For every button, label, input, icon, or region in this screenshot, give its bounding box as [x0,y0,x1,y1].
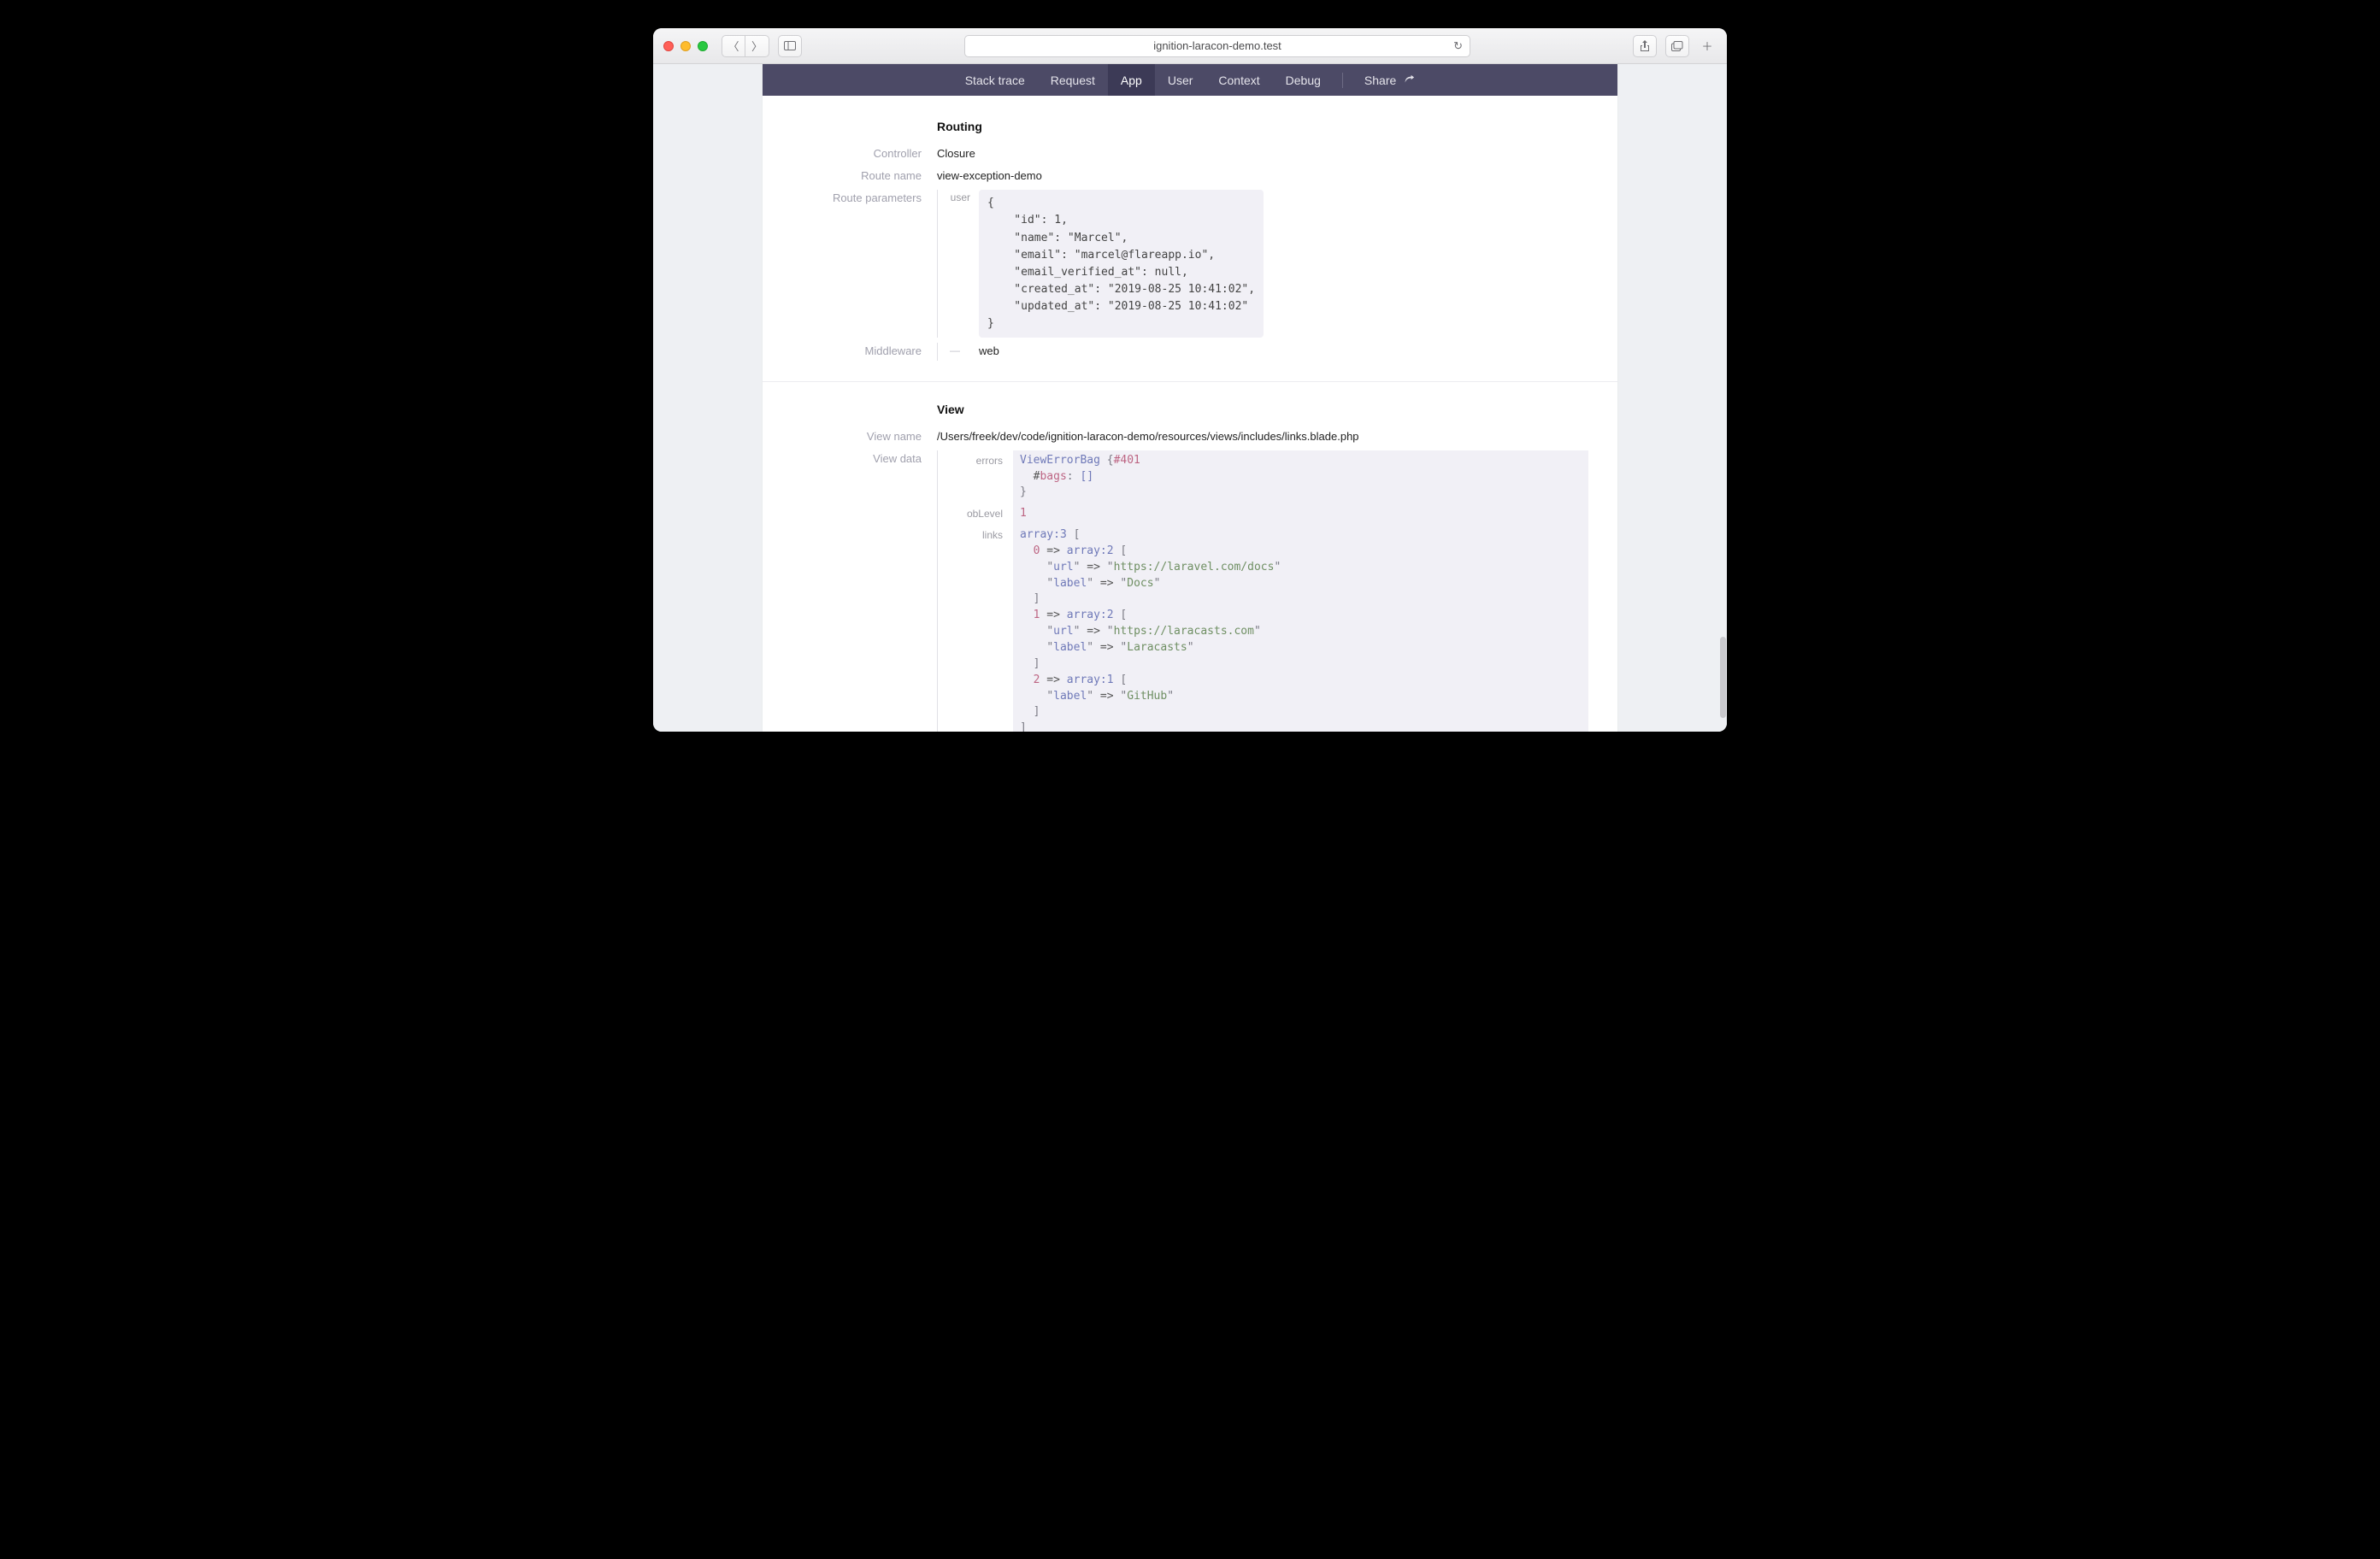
route-param-key: user [938,190,979,206]
viewdata-errors-dump: ViewErrorBag {#401 #bags: [] } [1013,450,1588,504]
tab-user[interactable]: User [1155,64,1206,96]
routing-middleware-row: Middleware — web [792,343,1588,360]
page-viewport: Stack trace Request App User Context Deb… [653,64,1727,732]
viewdata-key-oblevel: obLevel [938,503,1013,522]
route-params-label: Route parameters [792,190,937,207]
section-divider [763,381,1617,382]
share-page-button[interactable] [1633,35,1657,57]
view-heading: View [937,403,1588,416]
titlebar: 〈 〉 ignition-laracon-demo.test ↻ ＋ [653,28,1727,64]
share-icon [1403,74,1415,86]
routing-heading: Routing [937,120,1588,133]
sidebar-toggle-button[interactable] [778,35,802,57]
route-param-user-json: { "id": 1, "name": "Marcel", "email": "m… [979,190,1264,338]
tab-request[interactable]: Request [1038,64,1108,96]
view-data-row: View data errors ViewErrorBag {#401 #bag… [792,450,1588,732]
back-button[interactable]: 〈 [722,35,745,57]
new-tab-button[interactable]: ＋ [1698,35,1717,57]
tab-separator [1342,73,1343,88]
view-name-row: View name /Users/freek/dev/code/ignition… [792,428,1588,445]
window-controls [663,41,708,51]
controller-value: Closure [937,145,1588,162]
routing-controller-row: Controller Closure [792,145,1588,162]
view-data-label: View data [792,450,937,468]
section-tabs: Stack trace Request App User Context Deb… [763,64,1617,96]
tab-stack-trace[interactable]: Stack trace [952,64,1038,96]
error-page: Stack trace Request App User Context Deb… [763,64,1617,732]
forward-button[interactable]: 〉 [745,35,769,57]
routing-params-row: Route parameters user { "id": 1, "name":… [792,190,1588,338]
viewdata-key-links: links [938,525,1013,544]
tab-debug[interactable]: Debug [1273,64,1334,96]
browser-window: 〈 〉 ignition-laracon-demo.test ↻ ＋ [653,28,1727,732]
close-window-button[interactable] [663,41,674,51]
route-name-label: Route name [792,168,937,185]
share-button[interactable]: Share [1352,64,1428,96]
routing-route-name-row: Route name view-exception-demo [792,168,1588,185]
show-tabs-button[interactable] [1665,35,1689,57]
address-text: ignition-laracon-demo.test [1153,39,1281,52]
view-name-value: /Users/freek/dev/code/ignition-laracon-d… [937,428,1588,445]
address-bar[interactable]: ignition-laracon-demo.test ↻ [964,35,1470,57]
viewdata-links-dump: array:3 [ 0 => array:2 [ "url" => "https… [1013,525,1588,732]
viewdata-key-errors: errors [938,450,1013,469]
route-name-value: view-exception-demo [937,168,1588,185]
tab-context[interactable]: Context [1205,64,1272,96]
content: Routing Controller Closure Route name vi… [763,96,1617,732]
zoom-window-button[interactable] [698,41,708,51]
middleware-dash: — [950,344,970,356]
controller-label: Controller [792,145,937,162]
share-label: Share [1364,74,1396,87]
view-name-label: View name [792,428,937,445]
middleware-value: web [979,343,999,360]
reload-icon[interactable]: ↻ [1453,39,1463,53]
minimize-window-button[interactable] [680,41,691,51]
viewdata-oblevel-dump: 1 [1013,503,1588,525]
scrollbar-thumb[interactable] [1720,637,1726,718]
tab-app[interactable]: App [1108,64,1155,96]
middleware-label: Middleware [792,343,937,360]
